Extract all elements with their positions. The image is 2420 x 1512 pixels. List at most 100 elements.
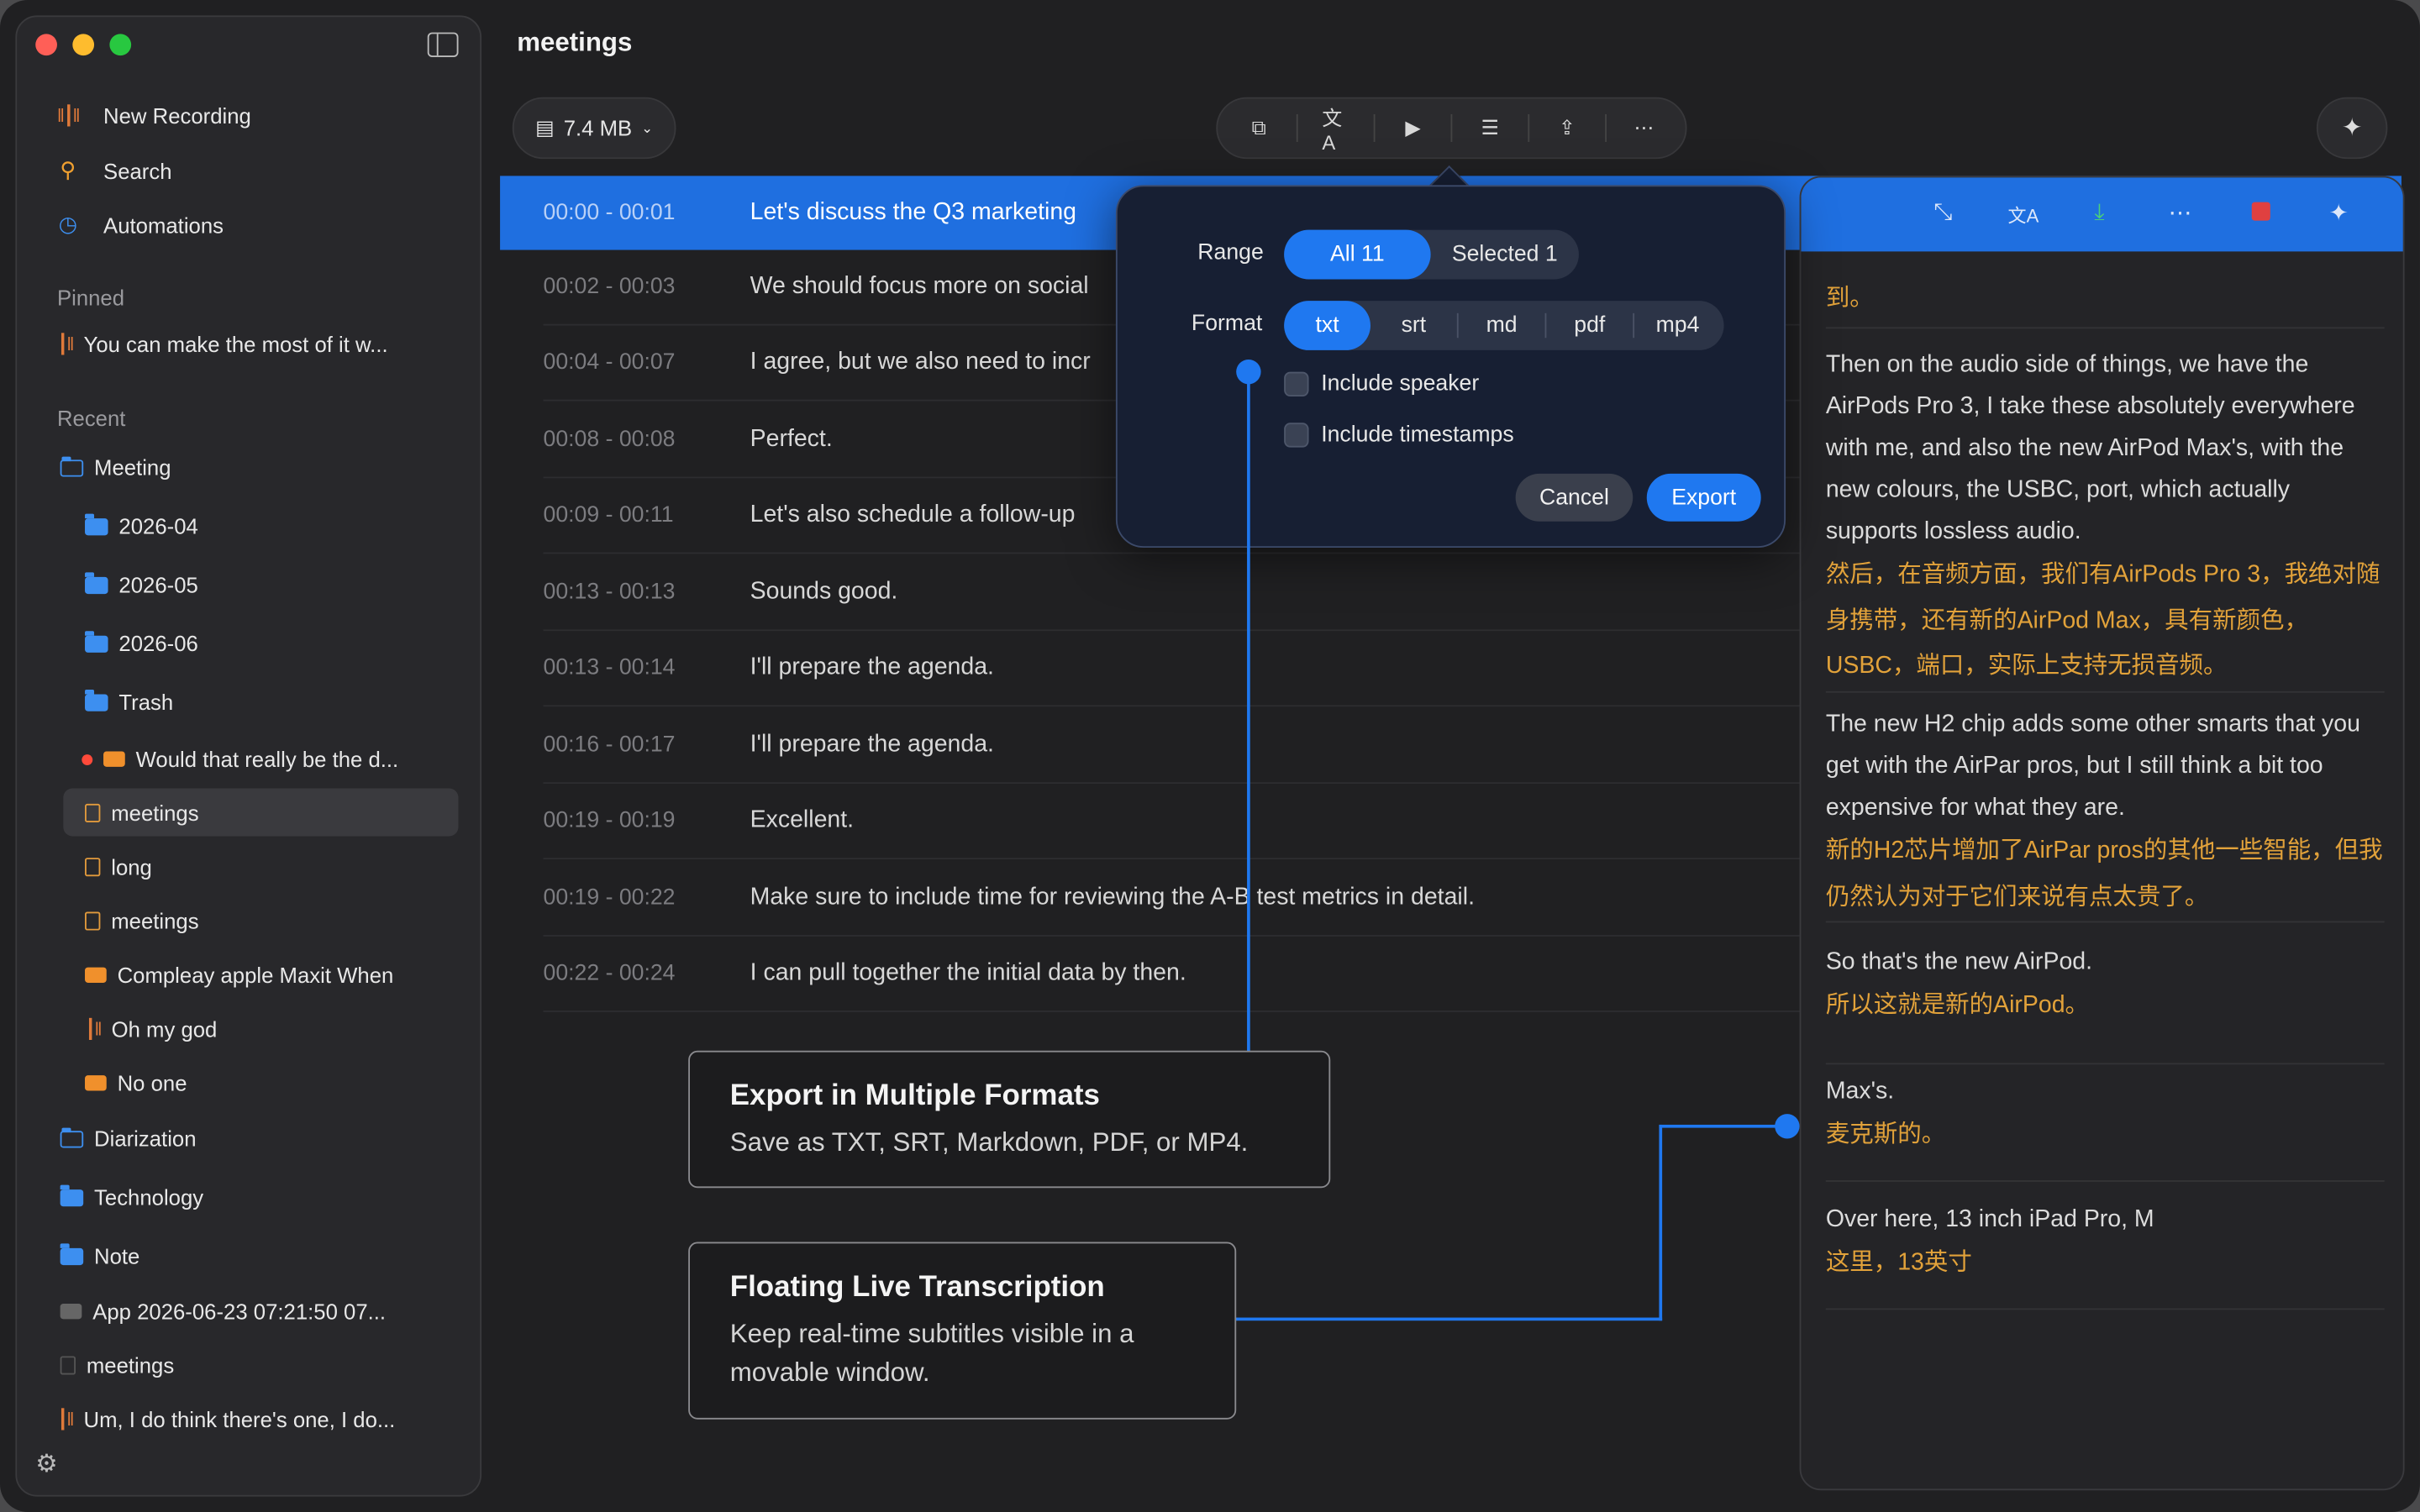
folder-icon — [85, 630, 108, 653]
tree-item-label: Oh my god — [111, 1016, 218, 1042]
row-text: We should focus more on social — [750, 273, 1089, 300]
close-window-button[interactable] — [35, 34, 57, 56]
callout-title: Export in Multiple Formats — [729, 1079, 1100, 1113]
tree-item-long[interactable]: long — [85, 855, 152, 879]
share-icon[interactable]: ⇪ — [1553, 116, 1581, 140]
transcript-row[interactable]: 00:13 - 00:14 I'll prepare the agenda. — [543, 631, 1802, 707]
toolbar-divider — [1373, 113, 1376, 142]
stop-recording-icon[interactable] — [2251, 202, 2270, 221]
format-option-txt[interactable]: txt — [1284, 301, 1370, 350]
tree-item-meetings-2[interactable]: meetings — [60, 1353, 174, 1378]
tree-item-no-one[interactable]: No one — [85, 1071, 187, 1095]
film-icon: ▤ — [535, 115, 555, 139]
tree-item-um[interactable]: ┃‖ Um, I do think there's one, I do... — [57, 1407, 395, 1431]
toolbar-divider — [1528, 113, 1529, 142]
tree-item-label: Compleay apple Maxit When — [117, 963, 394, 988]
tree-item-label: meetings — [111, 908, 199, 934]
row-timestamp: 00:16 - 00:17 — [543, 732, 676, 758]
tree-item-2026-06[interactable]: 2026-06 — [85, 630, 198, 656]
main-toolbar: ⧉ 文A ▶ ☰ ⇪ ⋯ — [1216, 97, 1687, 160]
live-translation: 然后，在音频方面，我们有AirPods Pro 3，我绝对随身携带，还有新的Ai… — [1825, 561, 2381, 680]
more-icon[interactable]: ⋯ — [2169, 199, 2192, 227]
nav-automations[interactable]: ◷ Automations — [54, 212, 224, 238]
row-timestamp: 00:19 - 00:19 — [543, 808, 676, 833]
zoom-window-button[interactable] — [109, 34, 132, 56]
tree-item-recording[interactable]: Would that really be the d... — [82, 747, 398, 771]
ai-sparkle-button[interactable]: ✦ — [2316, 97, 2388, 160]
feature-callout-export: Export in Multiple Formats Save as TXT, … — [688, 1050, 1331, 1189]
sidebar-toggle-icon[interactable] — [427, 32, 459, 57]
tree-item-meeting[interactable]: Meeting — [60, 455, 171, 480]
collapse-icon[interactable]: ⤡ — [1933, 199, 1952, 225]
pinned-item[interactable]: ┃‖ You can make the most of it w... — [57, 332, 388, 356]
tree-item-label: 2026-06 — [118, 631, 198, 656]
nav-new-recording[interactable]: ‖┃‖ New Recording — [54, 103, 251, 128]
tree-item-meetings[interactable]: meetings — [85, 909, 199, 933]
clock-icon: ◷ — [58, 211, 78, 237]
file-size-dropdown[interactable]: ▤ 7.4 MB ⌄ — [512, 97, 676, 160]
minimize-window-button[interactable] — [72, 34, 95, 56]
tree-item-technology[interactable]: Technology — [60, 1184, 203, 1210]
tree-item-meetings-selected[interactable]: meetings — [85, 801, 199, 826]
callout-text: Keep real-time subtitles visible in a mo… — [729, 1319, 1134, 1388]
tree-item-compleay[interactable]: Compleay apple Maxit When — [85, 963, 393, 987]
export-button[interactable]: Export — [1646, 473, 1761, 522]
waveform-icon: ┃‖ — [56, 333, 75, 355]
recording-indicator-icon — [82, 753, 93, 765]
checkbox-label: Include speaker — [1321, 371, 1480, 397]
tree-item-2026-05[interactable]: 2026-05 — [85, 571, 198, 597]
live-translation: 麦克斯的。 — [1825, 1121, 1946, 1148]
format-option-md[interactable]: md — [1459, 301, 1545, 350]
app-window: ‖┃‖ New Recording ⚲ Search ◷ Automations… — [0, 0, 2420, 1512]
range-option-selected[interactable]: Selected 1 — [1431, 230, 1579, 280]
translate-icon[interactable]: 文A — [1322, 107, 1349, 155]
tree-item-trash[interactable]: Trash — [85, 689, 173, 714]
tree-item-label: App 2026-06-23 07:21:50 07... — [92, 1299, 387, 1324]
sparkle-icon[interactable]: ✦ — [2329, 199, 2349, 227]
tree-item-label: Note — [94, 1243, 140, 1268]
include-speaker-checkbox[interactable]: Include speaker — [1284, 371, 1480, 397]
row-timestamp: 00:19 - 00:22 — [543, 885, 676, 911]
live-panel-header: ⤡ 文A ⤓ ⋯ ✦ — [1801, 177, 2403, 252]
nav-search[interactable]: ⚲ Search — [54, 157, 171, 183]
range-segmented-control: All 11 Selected 1 — [1284, 229, 1579, 280]
document-icon[interactable]: ☰ — [1476, 116, 1504, 140]
format-option-srt[interactable]: srt — [1370, 301, 1457, 350]
more-icon[interactable]: ⋯ — [1630, 116, 1658, 140]
row-timestamp: 00:02 - 00:03 — [543, 274, 676, 300]
include-timestamps-checkbox[interactable]: Include timestamps — [1284, 423, 1514, 448]
transcript-row[interactable]: 00:19 - 00:19 Excellent. — [543, 784, 1802, 860]
tree-item-oh-my-god[interactable]: ┃‖ Oh my god — [85, 1016, 217, 1041]
checkbox-box — [1284, 371, 1309, 397]
sidebar: ‖┃‖ New Recording ⚲ Search ◷ Automations… — [15, 15, 482, 1497]
copy-icon[interactable]: ⧉ — [1245, 116, 1273, 140]
live-block: Then on the audio side of things, we hav… — [1825, 344, 2385, 693]
waveform-icon: ┃‖ — [56, 1408, 75, 1431]
play-icon[interactable]: ▶ — [1399, 116, 1427, 140]
tree-item-diarization[interactable]: Diarization — [60, 1126, 197, 1151]
document-icon — [85, 858, 101, 877]
tree-item-2026-04[interactable]: 2026-04 — [85, 512, 198, 538]
live-block: Over here, 13 inch iPad Pro, M 这里，13英寸 — [1825, 1199, 2385, 1310]
row-text: Sounds good. — [750, 578, 898, 605]
connector-line — [1246, 371, 1249, 1053]
tree-item-app-recording[interactable]: App 2026-06-23 07:21:50 07... — [60, 1299, 386, 1324]
video-icon — [103, 751, 125, 767]
live-transcript: So that's the new AirPod. — [1825, 948, 2093, 975]
range-option-all[interactable]: All 11 — [1284, 229, 1431, 280]
format-option-mp4[interactable]: mp4 — [1634, 301, 1721, 350]
tree-item-label: Meeting — [94, 454, 171, 480]
transcript-row[interactable]: 00:22 - 00:24 I can pull together the in… — [543, 937, 1802, 1012]
format-option-pdf[interactable]: pdf — [1546, 301, 1633, 350]
tree-item-note[interactable]: Note — [60, 1242, 140, 1268]
live-transcription-panel: ⤡ 文A ⤓ ⋯ ✦ 到。 Then on the audio side of … — [1799, 176, 2405, 1491]
transcript-row[interactable]: 00:16 - 00:17 I'll prepare the agenda. — [543, 708, 1802, 785]
row-text: I can pull together the initial data by … — [750, 959, 1186, 986]
download-icon[interactable]: ⤓ — [2094, 199, 2104, 225]
cancel-button[interactable]: Cancel — [1515, 473, 1634, 522]
tree-item-label: Diarization — [94, 1126, 197, 1152]
translate-icon[interactable]: 文A — [2008, 202, 2039, 228]
transcript-row[interactable]: 00:19 - 00:22 Make sure to include time … — [543, 861, 1802, 937]
settings-gear-icon[interactable]: ⚙ — [35, 1449, 57, 1480]
transcript-row[interactable]: 00:13 - 00:13 Sounds good. — [543, 555, 1802, 632]
